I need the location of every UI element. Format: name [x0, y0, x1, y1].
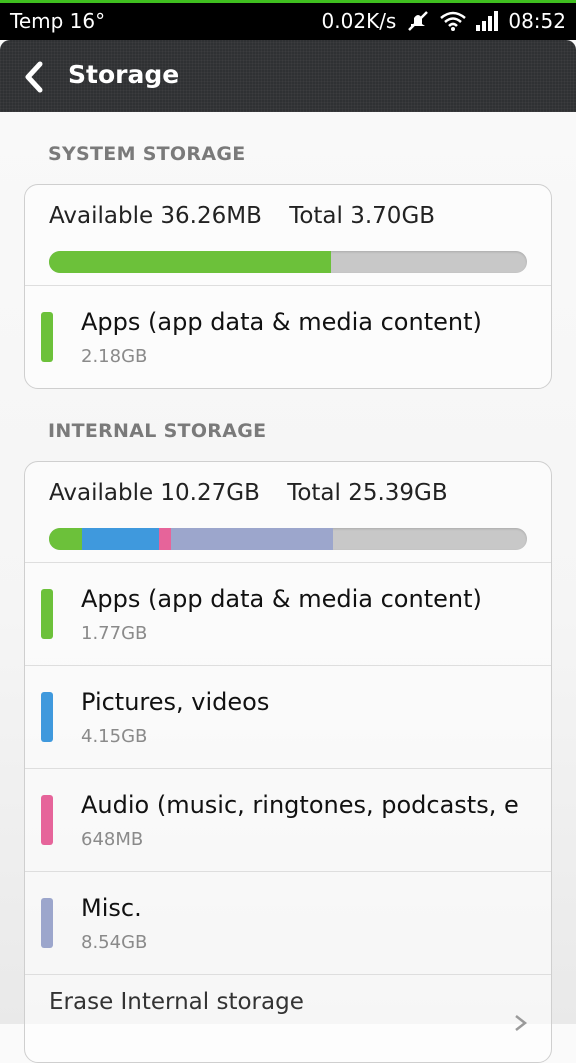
network-speed: 0.02K/s [321, 9, 397, 33]
misc-color-swatch [41, 898, 53, 948]
wifi-icon [440, 11, 467, 31]
title-bar: Storage [0, 40, 576, 112]
item-label: Apps (app data & media content) [81, 585, 482, 613]
audio-color-swatch [41, 795, 53, 845]
apps-color-swatch [41, 312, 53, 362]
system-total: Total 3.70GB [289, 203, 436, 229]
status-bar: Temp 16° 0.02K/s 08:52 [0, 0, 576, 40]
system-available: Available 36.26MB [49, 203, 262, 229]
item-label: Pictures, videos [81, 688, 270, 716]
list-item[interactable]: Pictures, videos 4.15GB [25, 666, 551, 769]
signal-icon [476, 11, 499, 31]
status-right-group: 0.02K/s 08:52 [322, 9, 566, 33]
internal-audio-segment [158, 528, 171, 550]
item-label: Apps (app data & media content) [81, 308, 482, 336]
internal-apps-segment [49, 528, 83, 550]
page-title: Storage [68, 60, 180, 89]
internal-available: Available 10.27GB [49, 480, 260, 506]
erase-label: Erase Internal storage [49, 989, 304, 1015]
pictures-color-swatch [41, 692, 53, 742]
erase-internal-storage-item[interactable]: Erase Internal storage [25, 975, 551, 1031]
item-size: 4.15GB [81, 726, 148, 747]
item-size: 1.77GB [81, 623, 148, 644]
internal-total: Total 25.39GB [287, 480, 448, 506]
item-label: Misc. [81, 894, 142, 922]
silent-icon [408, 11, 429, 31]
list-item[interactable]: Apps (app data & media content) 1.77GB [25, 563, 551, 666]
status-accent-line [0, 0, 576, 3]
internal-storage-header: INTERNAL STORAGE [48, 420, 267, 442]
internal-storage-card: Available 10.27GB Total 25.39GB Apps (ap… [24, 461, 552, 1063]
chevron-right-icon [515, 1015, 528, 1031]
item-size: 2.18GB [81, 346, 148, 367]
apps-color-swatch [41, 589, 53, 639]
item-size: 648MB [81, 829, 144, 850]
internal-pictures-segment [82, 528, 159, 550]
item-label: Audio (music, ringtones, podcasts, e [81, 791, 519, 819]
status-temperature: Temp 16° [10, 9, 106, 33]
back-arrow-icon[interactable] [20, 60, 50, 94]
internal-storage-summary: Available 10.27GB Total 25.39GB [25, 462, 551, 563]
system-usage-bar [49, 251, 527, 273]
item-size: 8.54GB [81, 932, 148, 953]
list-item[interactable]: Misc. 8.54GB [25, 872, 551, 975]
system-storage-summary: Available 36.26MB Total 3.70GB [25, 185, 551, 286]
list-item[interactable]: Apps (app data & media content) 2.18GB [25, 286, 551, 388]
system-storage-card: Available 36.26MB Total 3.70GB Apps (app… [24, 184, 552, 389]
clock: 08:52 [508, 9, 566, 33]
internal-misc-segment [170, 528, 334, 550]
system-apps-segment [49, 251, 332, 273]
system-storage-header: SYSTEM STORAGE [48, 143, 246, 165]
internal-usage-bar [49, 528, 527, 550]
list-item[interactable]: Audio (music, ringtones, podcasts, e 648… [25, 769, 551, 872]
